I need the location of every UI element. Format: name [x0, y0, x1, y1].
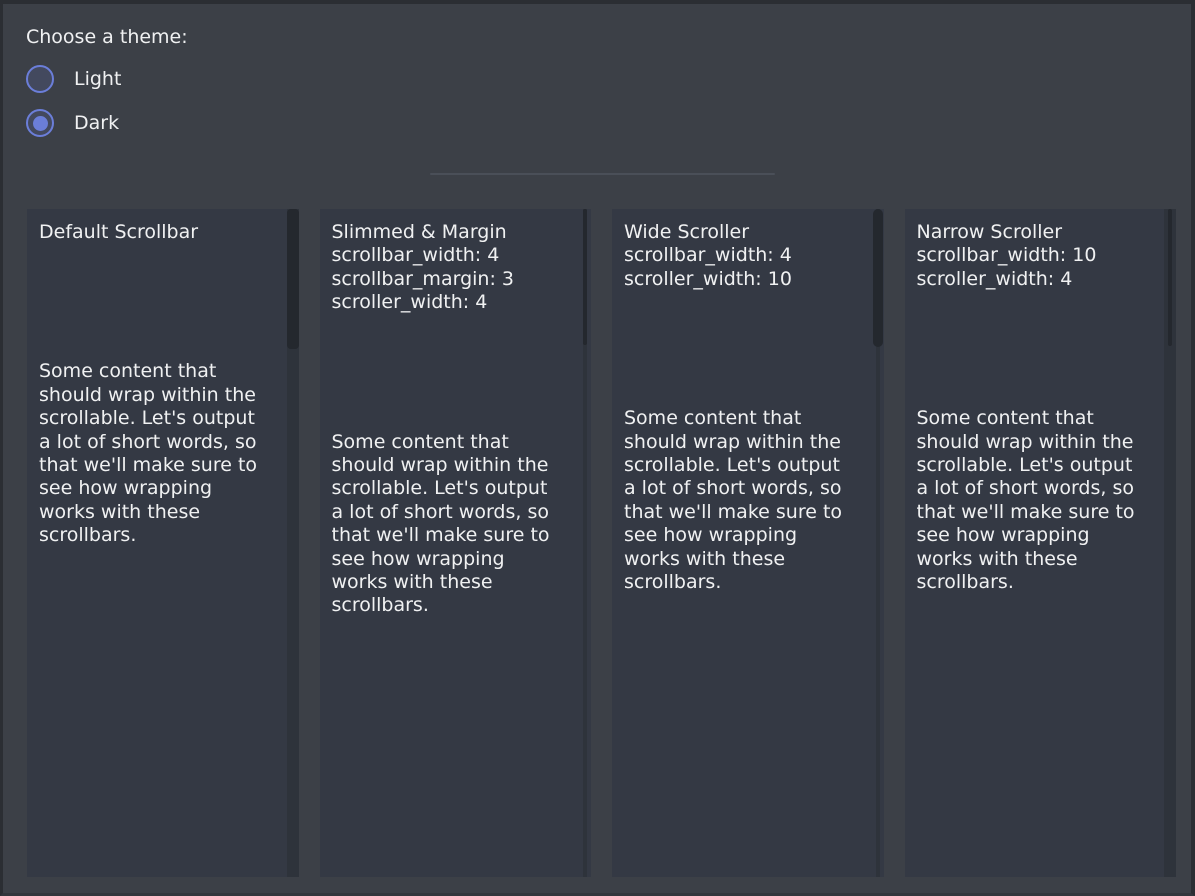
panel-scroll-area[interactable]: Default Scrollbar Some content thatshoul…: [27, 209, 299, 560]
text-line: a lot of short words, so: [39, 431, 285, 454]
radio-input-light[interactable]: [26, 65, 54, 93]
text-line: should wrap within the: [624, 431, 870, 454]
text-line: should wrap within the: [39, 384, 285, 407]
text-line: scrollbar_margin: 3: [332, 268, 578, 291]
text-line: see how wrapping: [917, 524, 1163, 547]
panel-header: Wide Scrollerscrollbar_width: 4scroller_…: [624, 221, 870, 291]
text-line: Slimmed & Margin: [332, 221, 578, 244]
radio-label-dark: Dark: [74, 112, 119, 134]
text-line: works with these: [624, 548, 870, 571]
text-line: see how wrapping: [39, 477, 285, 500]
scrollbar[interactable]: [583, 209, 587, 877]
section-divider: [430, 173, 775, 175]
theme-chooser: Choose a theme: Light Dark: [26, 26, 188, 137]
panel-narrow-scroller[interactable]: Narrow Scrollerscrollbar_width: 10scroll…: [905, 209, 1177, 877]
panel-content: Some content thatshould wrap within thes…: [332, 431, 578, 618]
text-line: scrollable. Let's output: [39, 407, 285, 430]
text-line: Default Scrollbar: [39, 221, 285, 244]
panel-content: Some content thatshould wrap within thes…: [917, 407, 1163, 594]
scrollbar-thumb[interactable]: [1168, 209, 1172, 346]
text-line: scrollable. Let's output: [332, 477, 578, 500]
panel-content: Some content thatshould wrap within thes…: [624, 407, 870, 594]
app-window: Choose a theme: Light Dark Default Scrol…: [0, 0, 1195, 896]
scrollbar-thumb[interactable]: [287, 209, 299, 349]
text-line: scroller_width: 4: [917, 268, 1163, 291]
scrollbar[interactable]: [872, 209, 884, 877]
text-line: scrollbars.: [624, 571, 870, 594]
scrollbar[interactable]: [1164, 209, 1176, 877]
scrollbar[interactable]: [287, 209, 299, 877]
scrollbar-thumb[interactable]: [583, 209, 587, 345]
text-line: Some content that: [917, 407, 1163, 430]
text-line: scrollbars.: [917, 571, 1163, 594]
text-line: scrollbar_width: 4: [332, 244, 578, 267]
text-line: scroller_width: 10: [624, 268, 870, 291]
text-line: a lot of short words, so: [624, 477, 870, 500]
panel-default-scrollbar[interactable]: Default Scrollbar Some content thatshoul…: [27, 209, 299, 877]
radio-input-dark[interactable]: [26, 109, 54, 137]
text-line: a lot of short words, so: [332, 501, 578, 524]
text-line: Some content that: [624, 407, 870, 430]
text-line: see how wrapping: [624, 524, 870, 547]
panel-scroll-area[interactable]: Wide Scrollerscrollbar_width: 4scroller_…: [612, 209, 884, 606]
text-line: Some content that: [332, 431, 578, 454]
radio-label-light: Light: [74, 68, 121, 90]
text-line: scrollbars.: [39, 524, 285, 547]
scrollbar-thumb[interactable]: [873, 209, 883, 347]
panel-header: Narrow Scrollerscrollbar_width: 10scroll…: [917, 221, 1163, 291]
text-line: Some content that: [39, 360, 285, 383]
panel-scroll-area[interactable]: Narrow Scrollerscrollbar_width: 10scroll…: [905, 209, 1177, 606]
radio-selected-dot-icon: [33, 116, 48, 131]
text-line: that we'll make sure to: [917, 501, 1163, 524]
text-line: works with these: [917, 548, 1163, 571]
text-line: should wrap within the: [917, 431, 1163, 454]
text-line: a lot of short words, so: [917, 477, 1163, 500]
radio-option-light[interactable]: Light: [26, 65, 188, 93]
panel-content: Some content thatshould wrap within thes…: [39, 360, 285, 547]
text-line: should wrap within the: [332, 454, 578, 477]
text-line: scrollbar_width: 10: [917, 244, 1163, 267]
theme-chooser-label: Choose a theme:: [26, 26, 188, 49]
text-line: that we'll make sure to: [624, 501, 870, 524]
text-line: that we'll make sure to: [39, 454, 285, 477]
panel-header: Slimmed & Marginscrollbar_width: 4scroll…: [332, 221, 578, 315]
text-line: scrollbar_width: 4: [624, 244, 870, 267]
text-line: scroller_width: 4: [332, 291, 578, 314]
panel-header: Default Scrollbar: [39, 221, 285, 244]
panel-slimmed-margin[interactable]: Slimmed & Marginscrollbar_width: 4scroll…: [320, 209, 592, 877]
text-line: see how wrapping: [332, 548, 578, 571]
text-line: Wide Scroller: [624, 221, 870, 244]
text-line: Narrow Scroller: [917, 221, 1163, 244]
text-line: that we'll make sure to: [332, 524, 578, 547]
panel-wide-scroller[interactable]: Wide Scrollerscrollbar_width: 4scroller_…: [612, 209, 884, 877]
text-line: scrollable. Let's output: [624, 454, 870, 477]
text-line: scrollable. Let's output: [917, 454, 1163, 477]
radio-option-dark[interactable]: Dark: [26, 109, 188, 137]
text-line: scrollbars.: [332, 594, 578, 617]
panels-row: Default Scrollbar Some content thatshoul…: [27, 209, 1176, 877]
text-line: works with these: [332, 571, 578, 594]
text-line: works with these: [39, 501, 285, 524]
panel-scroll-area[interactable]: Slimmed & Marginscrollbar_width: 4scroll…: [320, 209, 592, 630]
